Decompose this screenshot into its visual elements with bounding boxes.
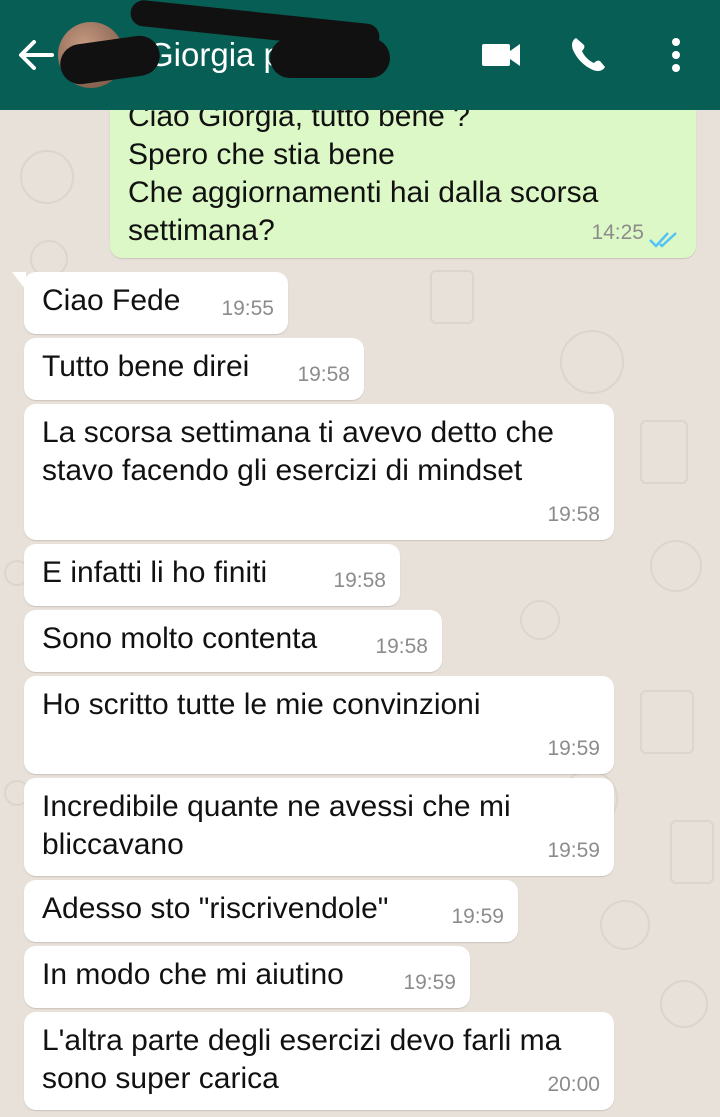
message-text: E infatti li ho finiti: [42, 556, 268, 589]
bubble-tail: [12, 272, 26, 290]
message-time: 19:55: [221, 297, 274, 320]
contact-name[interactable]: Giorgia p: [148, 36, 282, 74]
message-text: La scorsa settimana ti avevo detto che s…: [42, 416, 554, 487]
message-bubble-incoming[interactable]: Sono molto contenta 19:58: [24, 610, 442, 672]
back-button[interactable]: [14, 33, 58, 77]
more-vertical-icon: [672, 38, 680, 72]
message-time: 19:58: [297, 363, 350, 386]
message-text: In modo che mi aiutino: [42, 958, 344, 991]
message-text: Incredibile quante ne avessi che mi blic…: [42, 790, 511, 861]
message-bubble-incoming[interactable]: Adesso sto "riscrivendole" 19:59: [24, 880, 518, 942]
message-time: 19:59: [547, 737, 600, 760]
message-bubble-incoming[interactable]: Tutto bene direi 19:58: [24, 338, 364, 400]
message-time: 19:59: [403, 971, 456, 994]
message-text: L'altra parte degli esercizi devo farli …: [42, 1024, 562, 1095]
voice-call-button[interactable]: [566, 30, 610, 80]
message-time: 19:59: [547, 839, 600, 862]
message-text: Adesso sto "riscrivendole": [42, 892, 389, 925]
message-text: Ho scritto tutte le mie convinzioni: [42, 688, 481, 721]
message-time: 19:59: [451, 905, 504, 928]
message-time: 20:00: [547, 1073, 600, 1096]
message-text: Sono molto contenta: [42, 622, 318, 655]
video-call-button[interactable]: [478, 30, 526, 80]
arrow-left-icon: [19, 40, 54, 70]
message-bubble-outgoing[interactable]: Ciao Giorgia, tutto bene ? Spero che sti…: [110, 92, 696, 258]
message-bubble-incoming[interactable]: Ho scritto tutte le mie convinzioni 19:5…: [24, 676, 614, 774]
chat-header: Giorgia p: [0, 0, 720, 110]
message-time: 14:25: [591, 221, 644, 244]
message-bubble-incoming[interactable]: Ciao Fede 19:55: [12, 272, 288, 334]
message-bubble-incoming[interactable]: L'altra parte degli esercizi devo farli …: [24, 1012, 614, 1110]
message-time: 19:58: [375, 635, 428, 658]
message-time: 19:58: [547, 503, 600, 526]
phone-icon: [572, 38, 605, 71]
message-bubble-incoming[interactable]: E infatti li ho finiti 19:58: [24, 544, 400, 606]
redaction-mark: [270, 38, 390, 78]
message-bubble-incoming[interactable]: La scorsa settimana ti avevo detto che s…: [24, 404, 614, 540]
message-bubble-incoming[interactable]: In modo che mi aiutino 19:59: [24, 946, 470, 1008]
menu-button[interactable]: [660, 30, 692, 80]
message-bubble-incoming[interactable]: Incredibile quante ne avessi che mi blic…: [24, 778, 614, 876]
read-receipt-icon: [649, 232, 677, 248]
video-camera-icon: [482, 44, 520, 66]
message-time: 19:58: [333, 569, 386, 592]
